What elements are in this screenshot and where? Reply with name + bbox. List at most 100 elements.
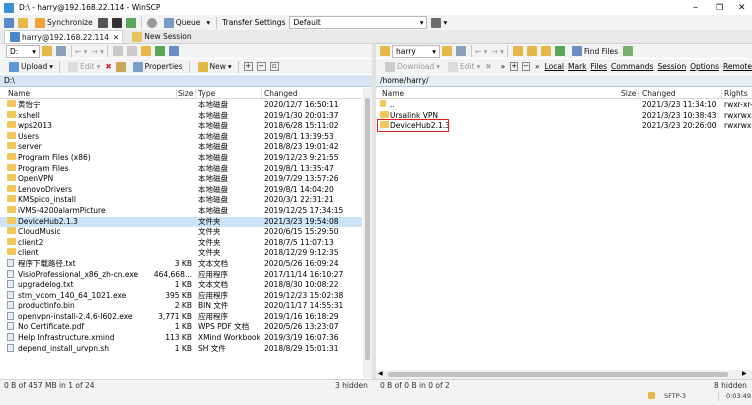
right-col-size[interactable]: Size [621,89,636,98]
table-row[interactable]: No Certificate.pdf 1 KB WPS PDF 文档 2020/5/2… [0,322,362,333]
close-button[interactable]: ✕ [738,3,746,13]
filter-icon[interactable] [56,46,66,56]
right-file-list[interactable]: ..2021/3/23 11:34:10rwxr-xr-xUrsalink VP… [376,100,752,370]
right-hscrollbar[interactable]: ◀ ▶ [376,370,752,379]
table-row[interactable]: wps2013 本地磁盘 2018/6/28 15:11:02 [0,121,362,132]
menu-item-local[interactable]: Local [545,62,564,71]
refresh-icon[interactable] [554,46,565,56]
properties-button[interactable]: Properties [128,60,186,74]
table-row[interactable]: depend_install_urvpn.sh 1 KB SH 文件 2018/8/2… [0,343,362,355]
forward-arrow-icon[interactable]: → ▾ [91,47,103,56]
minimize-button[interactable]: – [693,2,698,13]
right-hidden-count[interactable]: 8 hidden [714,381,747,391]
parent-dir-icon[interactable] [112,46,123,56]
scroll-left-icon[interactable]: ◀ [378,370,383,377]
left-drive-select[interactable]: D: ▾ [6,44,40,58]
table-row[interactable]: DeviceHub2.1.3 文件夹 2021/3/23 19:54:08 [0,216,362,228]
right-dir-select[interactable]: harry ▾ [392,44,440,58]
left-col-size[interactable]: Size [178,89,193,98]
menu-item-mark[interactable]: Mark [568,62,587,71]
table-row[interactable]: openvpn-install-2.4.6-I602.exe 3,771 KB 应用… [0,311,362,323]
select-all-icon[interactable]: + [510,62,519,71]
left-file-list[interactable]: 黄怡宁 本地磁盘 2020/12/7 16:50:11 xshell 本地磁盘 2019/… [0,100,362,378]
maximize-button[interactable]: ❐ [716,3,723,12]
delete-icon[interactable]: ✖ [105,62,111,71]
left-hidden-count[interactable]: 3 hidden [335,381,368,391]
home-icon[interactable] [140,46,151,56]
close-icon[interactable]: ✕ [113,33,119,42]
local-site-icon[interactable] [4,17,14,28]
table-row[interactable]: 黄怡宁 本地磁盘 2020/12/7 16:50:11 [0,100,362,111]
table-row[interactable]: CloudMusic 文件夹 2020/6/15 15:29:50 [0,227,362,238]
column-divider[interactable] [638,89,639,98]
right-col-name[interactable]: Name [382,89,404,98]
right-col-rights[interactable]: Rights [724,89,748,98]
find-icon[interactable] [168,46,179,56]
table-row[interactable]: iVMS-4200alarmPicture 本地磁盘 2019/12/25 17:3… [0,205,362,217]
chevron-down-icon[interactable]: ▾ [443,18,447,27]
table-row[interactable]: DeviceHub2.1.32021/3/23 20:26:00rwxrwxr-… [376,119,752,133]
table-row[interactable]: Program Files 本地磁盘 2019/8/1 13:35:47 [0,163,362,175]
more-icon[interactable]: » [535,62,540,71]
refresh-icon[interactable] [125,17,136,28]
menu-item-remote[interactable]: Remote [723,62,752,71]
back-arrow-icon[interactable]: ← ▾ [75,47,87,56]
sync-browse-icon[interactable] [623,46,634,56]
right-edit-button[interactable]: Edit ▾ [443,60,483,74]
find-files-button[interactable]: Find Files [567,44,621,58]
new-session-tab[interactable]: New Session [127,30,194,43]
table-row[interactable]: OpenVPN 本地磁盘 2019/7/29 13:57:26 [0,174,362,185]
table-row[interactable]: Users 本地磁盘 2019/8/1 13:39:53 [0,131,362,143]
right-col-changed[interactable]: Changed [642,89,675,98]
parent-dir-icon[interactable] [512,46,523,56]
delete-icon[interactable]: ✖ [485,62,491,71]
preferences-icon[interactable] [146,17,157,28]
invert-selection-icon[interactable]: ▫ [269,62,279,71]
table-row[interactable]: server 本地磁盘 2018/8/23 19:01:42 [0,142,362,153]
transfer-settings-select[interactable]: Default ▾ [289,16,428,29]
favorites-icon[interactable] [18,17,28,28]
table-row[interactable]: Program Files (x86) 本地磁盘 2019/12/23 9:21:5… [0,152,362,164]
column-divider[interactable] [721,89,722,98]
menu-item-session[interactable]: Session [657,62,686,71]
upload-button[interactable]: Upload ▾ [4,60,56,74]
filter-icon[interactable] [456,46,466,56]
menu-item-commands[interactable]: Commands [611,62,653,71]
table-row[interactable]: client2 文件夹 2018/7/5 11:07:13 [0,237,362,249]
terminal-icon[interactable] [111,17,122,28]
unselect-icon[interactable]: − [522,62,530,71]
menu-item-files[interactable]: Files [591,62,607,71]
right-hscrollbar-thumb[interactable] [388,372,728,377]
root-dir-icon[interactable] [526,46,537,56]
table-row[interactable]: VisioProfessional_x86_zh-cn.exe 464,668..… [0,269,362,281]
forward-arrow-icon[interactable]: → ▾ [491,47,503,56]
table-row[interactable]: productinfo.bin 2 KB BIN 文件 2020/11/17 14:5… [0,301,362,312]
home-icon[interactable] [540,46,551,56]
left-scrollbar[interactable] [363,88,372,378]
new-button[interactable]: New ▾ [193,60,235,74]
table-row[interactable]: .. 2021/3/23 11:34:10 rwxr-xr-x [376,100,752,111]
open-folder-icon[interactable] [442,46,452,56]
left-col-changed[interactable]: Changed [264,89,297,98]
edit-button[interactable]: Edit ▾ [63,60,103,74]
column-divider[interactable] [195,89,196,98]
column-divider[interactable] [176,89,177,98]
right-path-bar[interactable]: /home/harry/ [376,75,752,87]
menu-item-options[interactable]: Options [690,62,719,71]
table-row[interactable]: upgradelog.txt 1 KB 文本文档 2018/8/30 10:08:22 [0,280,362,291]
refresh-icon[interactable] [154,46,165,56]
table-row[interactable]: KMSpico_install 本地磁盘 2020/3/1 22:31:21 [0,195,362,206]
table-row[interactable]: 程序下载路径.txt 3 KB 文本文档 2020/5/26 16:09:24 [0,258,362,270]
unselect-icon[interactable]: − [256,62,266,71]
rename-icon[interactable] [115,61,126,72]
session-tab-active[interactable]: harry@192.168.22.114 ✕ [4,30,124,43]
left-col-name[interactable]: Name [8,89,30,98]
root-dir-icon[interactable] [126,46,137,56]
table-row[interactable]: LenovoDrivers 本地磁盘 2019/8/1 14:04:20 [0,184,362,196]
download-button[interactable]: Download ▾ [380,60,443,74]
synchronize-button[interactable]: Synchronize [30,16,96,30]
left-path-bar[interactable]: D:\ [0,75,372,87]
compare-icon[interactable] [97,17,108,28]
scroll-right-icon[interactable]: ▶ [742,370,747,377]
table-row[interactable]: stm_vcom_140_64_1021.exe 395 KB 应用程序 2019/1… [0,290,362,302]
